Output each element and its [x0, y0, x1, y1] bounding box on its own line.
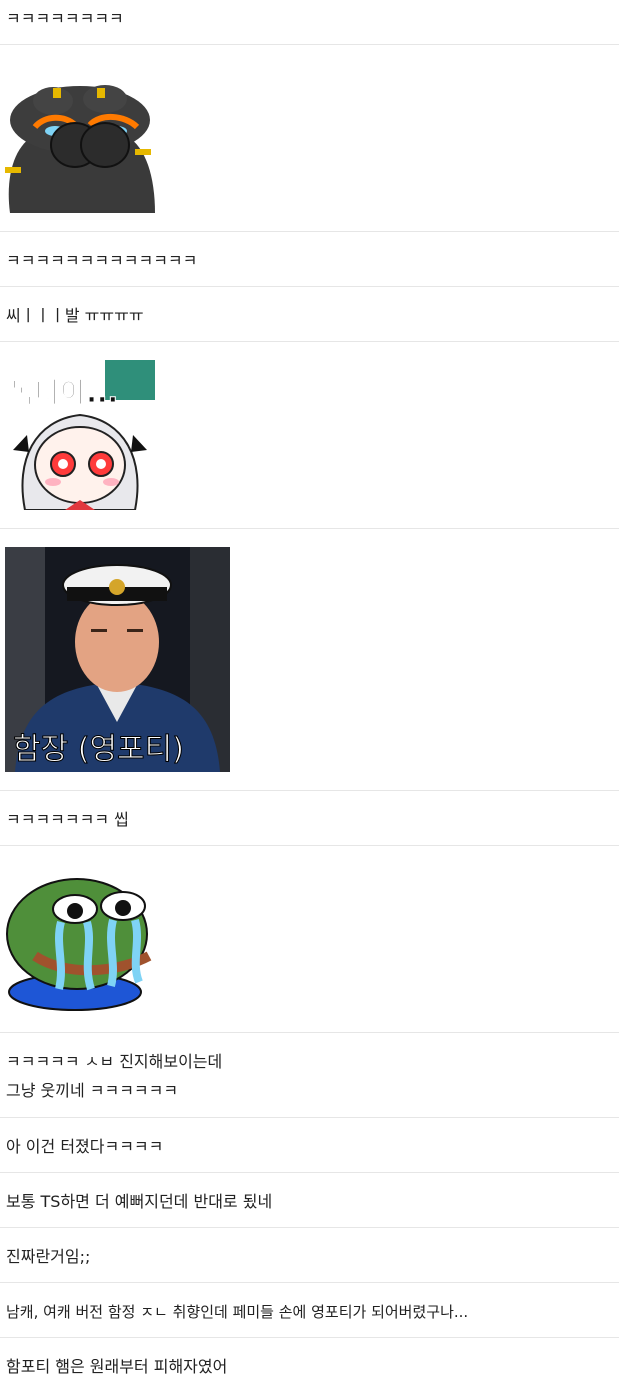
crying-dark-frog-sticker[interactable] — [5, 85, 155, 213]
comment-row: 진짜란거임;; — [0, 1228, 619, 1283]
anime-girl-sticker[interactable]: 독타아... — [5, 360, 155, 510]
comment-row: 아 이건 터졌다ㅋㅋㅋㅋ — [0, 1118, 619, 1173]
comment-row — [0, 45, 619, 232]
comment-row: ㅋㅋㅋㅋㅋㅋㅋ 씹 — [0, 791, 619, 846]
comment-text: 아 이건 터졌다ㅋㅋㅋㅋ — [6, 1137, 164, 1156]
comment-text: 함포티 햄은 원래부터 피해자였어 — [6, 1357, 228, 1376]
comment-row: 보통 TS하면 더 예뻐지던데 반대로 됬네 — [0, 1173, 619, 1228]
crying-pepe-sticker[interactable] — [5, 864, 155, 1014]
comment-text: ㅋㅋㅋㅋㅋㅋㅋㅋㅋㅋㅋㅋㅋ — [6, 251, 198, 270]
comment-text-line-1: ㅋㅋㅋㅋㅋ ㅅㅂ 진지해보이는데 — [6, 1052, 223, 1071]
comment-row: ㅋㅋㅋㅋㅋ ㅅㅂ 진지해보이는데 그냥 웃끼네 ㅋㅋㅋㅋㅋㅋ — [0, 1033, 619, 1118]
comment-text: 진짜란거임;; — [6, 1247, 91, 1266]
comment-row: 함장 (영포티) — [0, 529, 619, 791]
comment-row: ㅋㅋㅋㅋㅋㅋㅋㅋ — [0, 0, 619, 45]
comment-row: ㅋㅋㅋㅋㅋㅋㅋㅋㅋㅋㅋㅋㅋ — [0, 232, 619, 287]
comment-text: ㅋㅋㅋㅋㅋㅋㅋ 씹 — [6, 810, 129, 829]
sticker-caption: 독타아... — [9, 376, 118, 409]
captain-portrait-sticker[interactable]: 함장 (영포티) — [5, 547, 230, 772]
comment-text: 씨ㅣㅣㅣ발 ㅠㅠㅠㅠ — [6, 306, 144, 325]
comment-row: 독타아... — [0, 342, 619, 529]
comment-row: 함포티 햄은 원래부터 피해자였어 — [0, 1338, 619, 1387]
comment-row: 씨ㅣㅣㅣ발 ㅠㅠㅠㅠ — [0, 287, 619, 342]
sticker-caption: 함장 (영포티) — [13, 732, 184, 767]
comment-text: ㅋㅋㅋㅋㅋㅋㅋㅋ — [6, 9, 124, 28]
comment-text-line-2: 그냥 웃끼네 ㅋㅋㅋㅋㅋㅋ — [6, 1081, 179, 1100]
comment-text: 남캐, 여캐 버전 함정 ㅈㄴ 취향인데 페미들 손에 영포티가 되어버렸구나.… — [6, 1303, 469, 1321]
comment-text: 보통 TS하면 더 예뻐지던데 반대로 됬네 — [6, 1192, 273, 1211]
comment-row — [0, 846, 619, 1033]
comment-row: 남캐, 여캐 버전 함정 ㅈㄴ 취향인데 페미들 손에 영포티가 되어버렸구나.… — [0, 1283, 619, 1338]
